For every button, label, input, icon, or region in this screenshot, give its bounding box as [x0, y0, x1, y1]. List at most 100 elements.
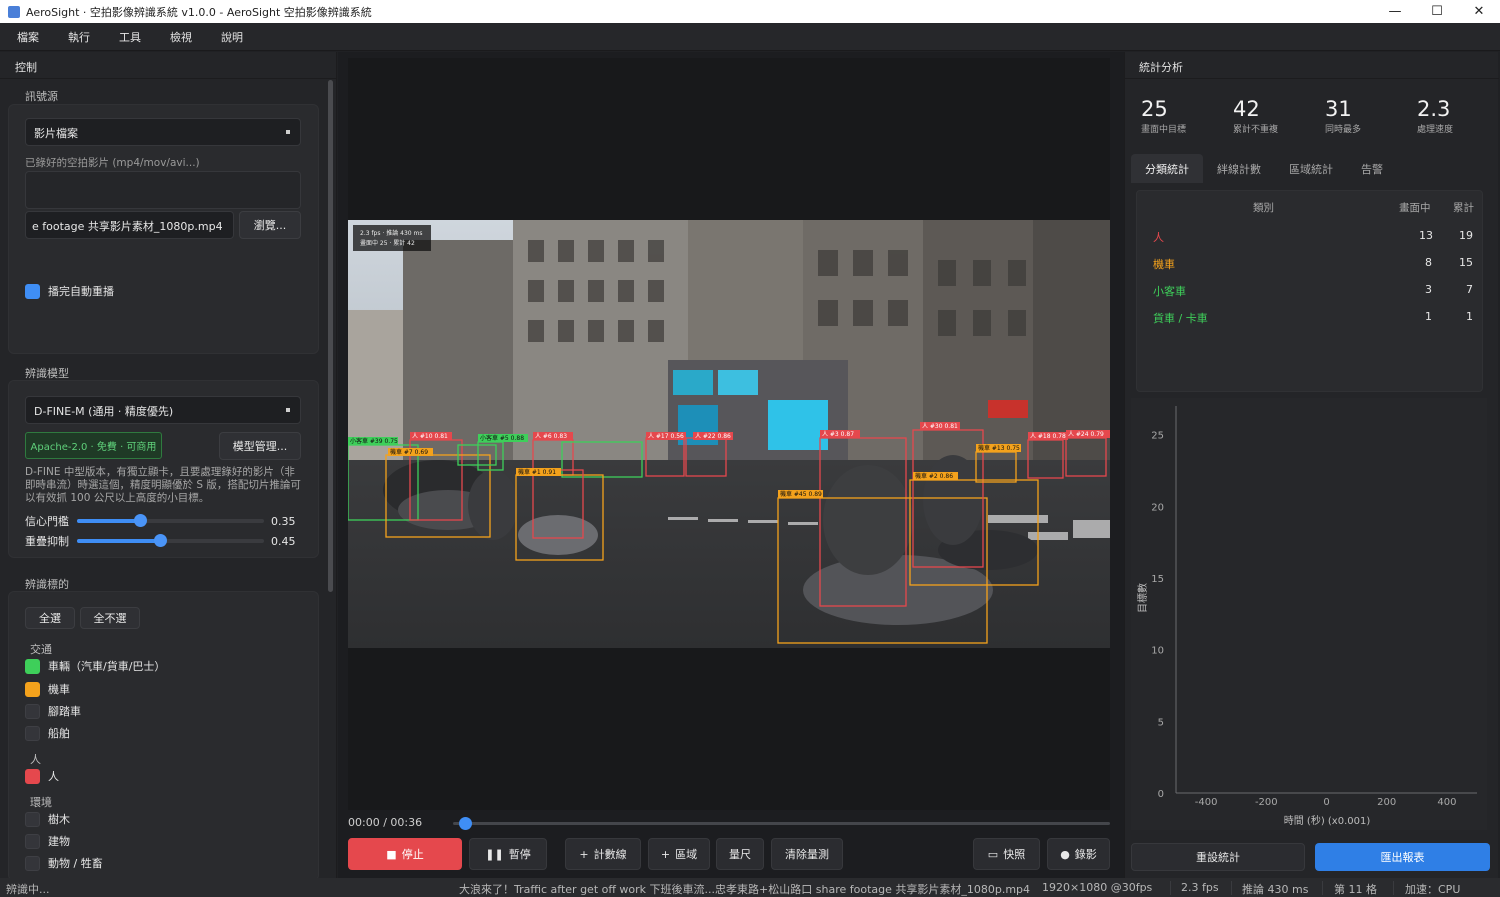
kpi-on-screen: 25 畫面中目標: [1141, 98, 1186, 135]
browse-button[interactable]: 瀏覽...: [239, 211, 301, 239]
column-header: 畫面中: [1399, 202, 1431, 214]
detection-label: 小客車 #5 0.88: [480, 434, 524, 442]
ruler-button[interactable]: 量尺: [716, 838, 764, 870]
status-accel: 加速：CPU: [1405, 883, 1461, 896]
target-person-row[interactable]: 人: [25, 768, 59, 784]
snapshot-label: 快照: [1003, 848, 1026, 861]
nms-slider[interactable]: [77, 534, 264, 547]
target-vehicle-row[interactable]: 車輛（汽車/貨車/巴士）: [25, 658, 165, 674]
playback-time: 00:00 / 00:36: [348, 816, 423, 829]
kpi-label: 同時最多: [1325, 125, 1362, 135]
minimize-button[interactable]: —: [1374, 0, 1416, 23]
nms-value: 0.45: [271, 534, 296, 548]
status-resolution: 1920×1080 @30fps: [1042, 881, 1153, 894]
target-bicycle-row[interactable]: 腳踏車: [25, 703, 81, 719]
model-select-value: D-FINE-M (通用 · 精度優先): [34, 405, 174, 418]
record-button[interactable]: ● 錄影: [1047, 838, 1110, 870]
menu-view[interactable]: 檢視: [153, 29, 204, 45]
window-title: AeroSight · 空拍影像辨識系統 v1.0.0 - AeroSight …: [26, 5, 372, 19]
autoplay-checkbox[interactable]: [25, 283, 40, 299]
target-building-checkbox[interactable]: [25, 833, 40, 849]
select-all-button[interactable]: 全選: [25, 607, 75, 629]
record-label: 錄影: [1074, 848, 1097, 861]
table-cell-name: 小客車: [1153, 285, 1186, 298]
target-ship-checkbox[interactable]: [25, 725, 40, 741]
confidence-slider-handle[interactable]: [133, 514, 147, 527]
category-environment: 環境: [30, 796, 52, 809]
clear-measure-button[interactable]: 清除量測: [771, 838, 843, 870]
detection-label: 人 #18 0.78: [1030, 433, 1066, 440]
target-motorcycle-checkbox[interactable]: [25, 681, 40, 697]
menu-help[interactable]: 說明: [204, 29, 255, 45]
target-animal-checkbox[interactable]: [25, 855, 40, 871]
target-ship-row[interactable]: 船舶: [25, 725, 70, 741]
target-motorcycle-row[interactable]: 機車: [25, 681, 70, 697]
snapshot-button[interactable]: ▭ 快照: [973, 838, 1040, 870]
target-building-row[interactable]: 建物: [25, 833, 70, 849]
table-cell-current: 8: [1425, 256, 1432, 269]
model-manage-button[interactable]: 模型管理...: [219, 432, 301, 460]
source-type-select[interactable]: 影片檔案: [25, 118, 301, 146]
confidence-slider[interactable]: [77, 514, 264, 527]
status-fps: 2.3 fps: [1181, 881, 1219, 894]
nms-slider-row: 重疊抑制 0.45: [25, 533, 300, 549]
target-animal-row[interactable]: 動物 / 牲畜: [25, 855, 103, 871]
targets-group-label: 辨識標的: [25, 578, 69, 591]
detection-label: 人 #17 0.56: [648, 433, 684, 440]
target-vehicle-checkbox[interactable]: [25, 658, 40, 674]
seek-bar[interactable]: [453, 822, 1110, 825]
kpi-speed: 2.3 處理速度: [1417, 98, 1453, 135]
status-source: 大浪來了！Traffic after get off work 下班後車流...…: [459, 883, 1031, 896]
tab-alerts[interactable]: 告警: [1347, 154, 1397, 183]
video-frame[interactable]: 2.3 fps · 推論 430 ms 畫面中 25 · 累計 42 小客車 #…: [348, 220, 1110, 648]
category-person: 人: [30, 753, 41, 766]
source-file-field[interactable]: e footage 共享影片素材_1080p.mp4: [25, 211, 234, 239]
stop-button[interactable]: ■ 停止: [348, 838, 462, 870]
title-bar: AeroSight · 空拍影像辨識系統 v1.0.0 - AeroSight …: [0, 0, 1500, 23]
model-select[interactable]: D-FINE-M (通用 · 精度優先): [25, 396, 301, 424]
confidence-value: 0.35: [271, 514, 296, 528]
tab-tripwire[interactable]: 絆線計數: [1203, 154, 1275, 183]
pause-button[interactable]: ❚❚ 暫停: [469, 838, 547, 870]
status-divider: [1231, 881, 1232, 895]
menu-tools[interactable]: 工具: [102, 29, 153, 45]
kpi-peak: 31 同時最多: [1325, 98, 1361, 135]
video-overlay-line2: 畫面中 25 · 累計 42: [360, 239, 415, 247]
control-scrollbar[interactable]: [328, 80, 333, 592]
target-person-checkbox[interactable]: [25, 768, 40, 784]
nms-slider-fill: [77, 539, 161, 543]
table-cell-name: 貨車 / 卡車: [1153, 312, 1208, 325]
export-report-button[interactable]: 匯出報表: [1315, 843, 1490, 871]
tab-zone-stats[interactable]: 區域統計: [1275, 154, 1347, 183]
table-cell-name: 機車: [1153, 258, 1175, 271]
app-icon: [8, 5, 20, 18]
plus-icon: +: [579, 847, 589, 861]
status-divider: [1322, 881, 1323, 895]
y-tick-label: 15: [1151, 574, 1164, 585]
status-state: 辨識中...: [6, 883, 50, 896]
y-axis-label: 目標數: [1136, 583, 1149, 613]
status-frame: 第 11 格: [1334, 883, 1377, 896]
close-button[interactable]: ✕: [1458, 0, 1500, 23]
source-type-value: 影片檔案: [34, 127, 78, 140]
select-none-button[interactable]: 全不選: [80, 607, 140, 629]
y-tick-label: 10: [1151, 646, 1164, 657]
video-overlay-line1: 2.3 fps · 推論 430 ms: [360, 229, 422, 237]
autoplay-checkbox-row[interactable]: 播完自動重播: [25, 283, 114, 299]
target-tree-row[interactable]: 樹木: [25, 811, 70, 827]
menu-run[interactable]: 執行: [51, 29, 102, 45]
add-count-line-button[interactable]: + 計數線: [565, 838, 641, 870]
maximize-button[interactable]: ☐: [1416, 0, 1458, 23]
add-zone-label: 區域: [675, 848, 698, 861]
menu-file[interactable]: 檔案: [0, 29, 51, 45]
nms-slider-handle[interactable]: [154, 534, 168, 547]
detection-label: 人 #3 0.87: [822, 431, 854, 438]
target-bicycle-checkbox[interactable]: [25, 703, 40, 719]
reset-stats-button[interactable]: 重設統計: [1131, 843, 1305, 871]
tab-category-stats[interactable]: 分類統計: [1131, 154, 1203, 183]
kpi-value: 2.3: [1417, 97, 1451, 121]
source-preview-area: [25, 171, 301, 209]
seek-handle[interactable]: [459, 817, 473, 830]
add-zone-button[interactable]: + 區域: [648, 838, 710, 870]
target-tree-checkbox[interactable]: [25, 811, 40, 827]
